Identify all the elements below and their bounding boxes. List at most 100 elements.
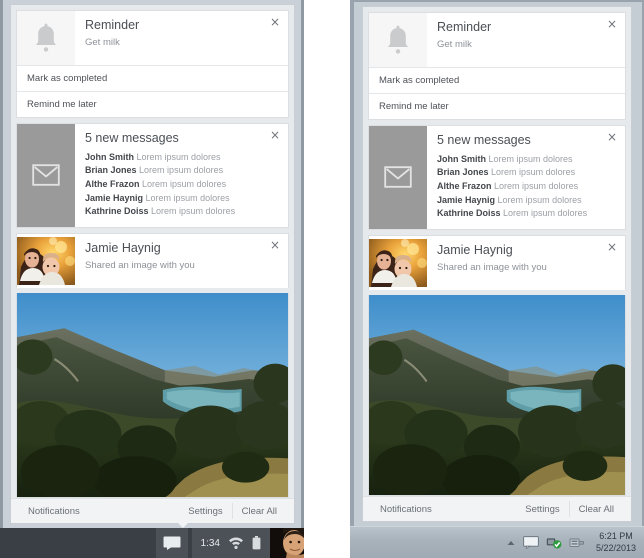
battery-icon[interactable] [252, 536, 261, 550]
message-preview: Lorem ipsum dolores [145, 192, 230, 203]
message-sender: Kathrine Doiss [85, 206, 149, 217]
system-tray-b [506, 536, 585, 549]
card-header: Reminder Get milk × [369, 13, 625, 67]
clear-all-button[interactable]: Clear All [233, 506, 286, 517]
notification-stack-b: Reminder Get milk × Mark as completed Re… [363, 7, 631, 496]
list-item[interactable]: Brian Jones Lorem ipsum dolores [85, 164, 278, 178]
message-sender: Jamie Haynig [85, 192, 144, 203]
card-title: Jamie Haynig [437, 242, 513, 257]
list-item[interactable]: John Smith Lorem ipsum dolores [85, 151, 278, 165]
notification-card-reminder[interactable]: Reminder Get milk × Mark as completed Re… [368, 12, 626, 120]
taskbar-clock[interactable]: 1:34 [201, 538, 220, 549]
message-sender: Kathrine Doiss [437, 208, 501, 219]
clock-time: 6:21 PM [599, 531, 633, 542]
card-header: Reminder Get milk × [17, 11, 288, 65]
card-body: 5 new messages John Smith Lorem ipsum do… [75, 124, 288, 227]
flyout-pointer-tail [175, 520, 191, 528]
action-mark-as-completed[interactable]: Mark as completed [369, 67, 625, 93]
list-item[interactable]: Jamie Haynig Lorem ipsum dolores [437, 194, 615, 208]
notification-flyout-b: Reminder Get milk × Mark as completed Re… [362, 6, 632, 522]
chevron-up-icon[interactable] [506, 539, 516, 547]
taskbar-dark: 1:34 [0, 528, 304, 558]
screenshot-root: Reminder Get milk × Mark as completed Re… [0, 0, 644, 558]
close-icon[interactable]: × [268, 238, 282, 252]
flyout-footer-b: Notifications Settings Clear All [363, 496, 631, 521]
message-preview: Lorem ipsum dolores [136, 151, 221, 162]
message-sender: Brian Jones [85, 165, 137, 176]
list-item[interactable]: Brian Jones Lorem ipsum dolores [437, 166, 615, 180]
speech-bubble-icon[interactable] [155, 528, 188, 558]
message-preview: Lorem ipsum dolores [151, 206, 236, 217]
notification-card-reminder[interactable]: Reminder Get milk × Mark as completed Re… [16, 10, 289, 118]
settings-button[interactable]: Settings [516, 504, 568, 515]
flash-drive-icon[interactable] [569, 536, 585, 549]
landscape-lake-photo[interactable] [368, 294, 626, 496]
speech-bubble-icon[interactable] [523, 536, 539, 549]
notification-card-messages[interactable]: 5 new messages John Smith Lorem ipsum do… [368, 125, 626, 230]
notification-card-shared-image[interactable]: Jamie Haynig Shared an image with you × [16, 232, 289, 288]
user-avatar[interactable] [270, 528, 304, 558]
message-sender: Althe Frazon [85, 178, 140, 189]
message-sender: Brian Jones [437, 167, 489, 178]
message-list: John Smith Lorem ipsum dolores Brian Jon… [85, 151, 278, 219]
notification-card-shared-image[interactable]: Jamie Haynig Shared an image with you × [368, 234, 626, 290]
landscape-lake-photo[interactable] [16, 292, 289, 498]
message-preview: Lorem ipsum dolores [494, 180, 579, 191]
card-title: Reminder [85, 18, 140, 32]
message-sender: John Smith [85, 151, 134, 162]
list-item[interactable]: John Smith Lorem ipsum dolores [437, 153, 615, 167]
card-body: Jamie Haynig Shared an image with you [75, 234, 288, 288]
taskbar-clock[interactable]: 6:21 PM 5/22/2013 [592, 531, 636, 554]
close-icon[interactable]: × [268, 15, 282, 29]
message-sender: Althe Frazon [437, 180, 492, 191]
notification-stack-a: Reminder Get milk × Mark as completed Re… [11, 5, 294, 498]
bell-icon [17, 11, 75, 65]
clear-all-button[interactable]: Clear All [570, 504, 623, 515]
list-item[interactable]: Kathrine Doiss Lorem ipsum dolores [85, 205, 278, 219]
notification-card-messages[interactable]: 5 new messages John Smith Lorem ipsum do… [16, 123, 289, 228]
list-item[interactable]: Jamie Haynig Lorem ipsum dolores [85, 192, 278, 206]
mail-icon [17, 124, 75, 227]
message-sender: John Smith [437, 153, 486, 164]
card-subtitle: Get milk [85, 36, 120, 48]
system-tray-a: 1:34 [191, 528, 270, 558]
list-item[interactable]: Althe Frazon Lorem ipsum dolores [85, 178, 278, 192]
message-preview: Lorem ipsum dolores [488, 153, 573, 164]
card-title: Jamie Haynig [85, 240, 161, 255]
card-header: Jamie Haynig Shared an image with you × [369, 236, 625, 290]
close-icon[interactable]: × [605, 240, 619, 254]
action-remind-me-later[interactable]: Remind me later [369, 93, 625, 119]
close-icon[interactable]: × [605, 130, 619, 144]
network-shield-icon[interactable] [546, 536, 562, 549]
taskbar-light: 6:21 PM 5/22/2013 [350, 526, 644, 558]
close-icon[interactable]: × [605, 17, 619, 31]
settings-button[interactable]: Settings [179, 506, 231, 517]
card-body: Reminder Get milk [427, 13, 625, 67]
message-preview: Lorem ipsum dolores [503, 208, 588, 219]
action-remind-me-later[interactable]: Remind me later [17, 91, 288, 117]
flyout-footer-a: Notifications Settings Clear All [11, 498, 294, 523]
message-preview: Lorem ipsum dolores [139, 165, 224, 176]
clock-date: 5/22/2013 [595, 542, 636, 553]
card-body: 5 new messages John Smith Lorem ipsum do… [427, 126, 625, 229]
footer-notifications-label: Notifications [380, 503, 432, 515]
close-icon[interactable]: × [268, 128, 282, 142]
card-subtitle: Shared an image with you [85, 259, 195, 271]
bell-icon [369, 13, 427, 67]
card-subtitle: Get milk [437, 38, 472, 50]
action-mark-as-completed[interactable]: Mark as completed [17, 65, 288, 91]
wifi-icon[interactable] [228, 537, 244, 549]
message-list: John Smith Lorem ipsum dolores Brian Jon… [437, 153, 615, 221]
card-header: 5 new messages John Smith Lorem ipsum do… [369, 126, 625, 229]
footer-notifications-label: Notifications [28, 505, 80, 517]
card-body: Jamie Haynig Shared an image with you [427, 236, 625, 290]
mail-icon [369, 126, 427, 229]
card-title: 5 new messages [437, 133, 531, 147]
notification-flyout-a: Reminder Get milk × Mark as completed Re… [10, 4, 295, 524]
list-item[interactable]: Althe Frazon Lorem ipsum dolores [437, 180, 615, 194]
card-header: 5 new messages John Smith Lorem ipsum do… [17, 124, 288, 227]
message-preview: Lorem ipsum dolores [491, 167, 576, 178]
list-item[interactable]: Kathrine Doiss Lorem ipsum dolores [437, 207, 615, 221]
message-sender: Jamie Haynig [437, 194, 496, 205]
card-subtitle: Shared an image with you [437, 261, 547, 273]
